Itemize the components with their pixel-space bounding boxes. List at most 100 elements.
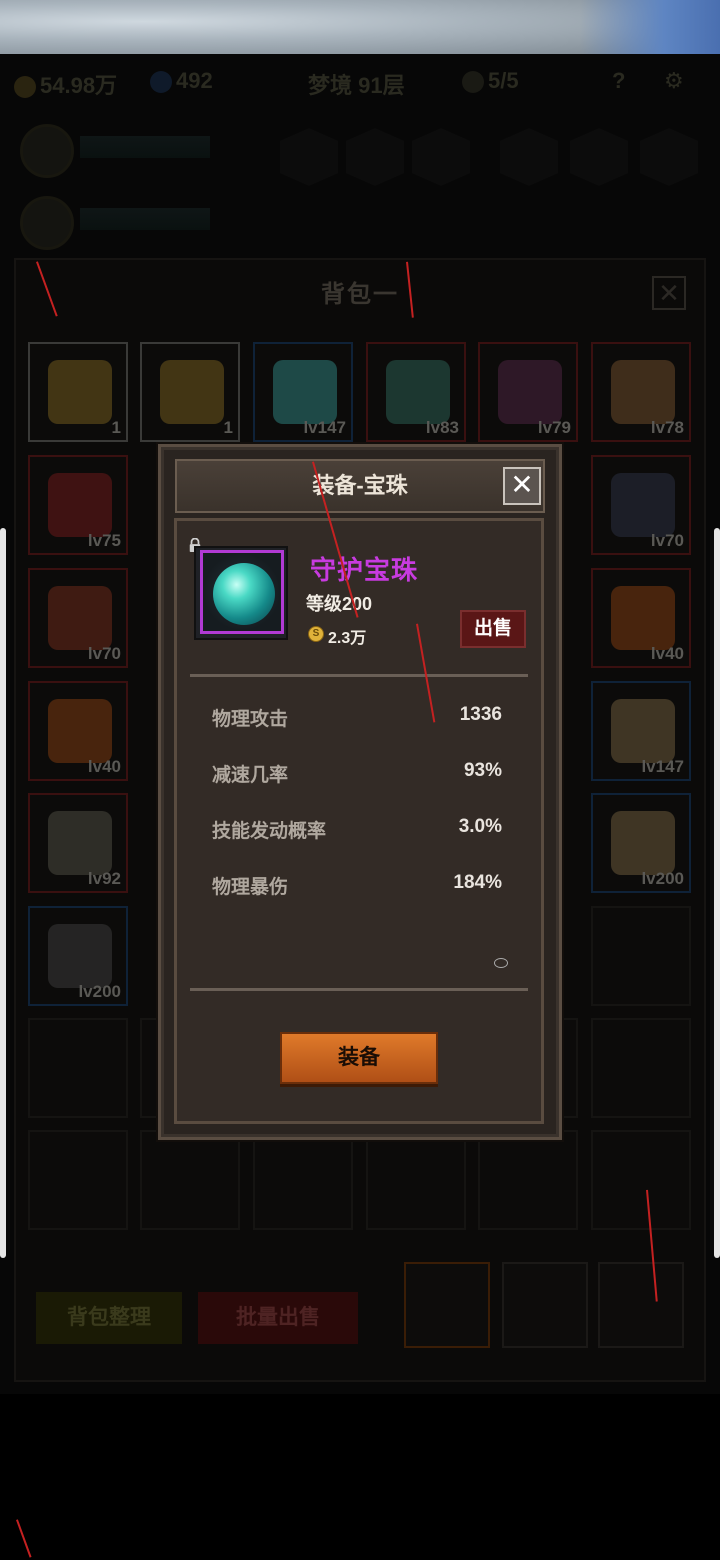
bag-item-slot[interactable]: lv75 — [28, 455, 128, 555]
item-level-label: lv75 — [87, 531, 121, 550]
right-scroll-edge — [714, 528, 720, 1258]
help-button[interactable]: ? — [612, 68, 625, 94]
item-art-icon — [611, 360, 675, 424]
bag-item-slot[interactable]: lv200 — [591, 793, 691, 893]
empty-bag-slot[interactable] — [591, 906, 691, 1006]
item-level-label: lv70 — [87, 644, 121, 663]
key-counter: 5/5 — [462, 68, 519, 94]
batch-sell-button[interactable]: 批量出售 — [198, 1292, 358, 1344]
item-level-label: lv40 — [650, 644, 684, 663]
item-art-icon — [498, 360, 562, 424]
bag-item-slot[interactable]: lv78 — [591, 342, 691, 442]
item-level-label: lv92 — [87, 869, 121, 888]
equip-slot-boots[interactable] — [500, 128, 558, 186]
item-level-label: lv147 — [303, 418, 346, 437]
hero-avatar[interactable] — [20, 196, 74, 250]
equip-button[interactable]: 装备 — [280, 1032, 438, 1084]
stat-value: 184% — [453, 872, 502, 893]
hero-hp-bar — [80, 136, 210, 158]
empty-bag-slot[interactable] — [28, 1018, 128, 1118]
stat-value: 93% — [463, 760, 502, 781]
skull-key-icon — [462, 71, 484, 94]
bag-item-slot[interactable]: 1 — [28, 342, 128, 442]
equip-slot-helmet[interactable] — [280, 128, 338, 186]
empty-bag-slot[interactable] — [478, 1130, 578, 1230]
item-level-label: lv83 — [425, 418, 459, 437]
bag-item-slot[interactable]: 1 — [140, 342, 240, 442]
empty-bag-slot[interactable] — [140, 1130, 240, 1230]
item-icon-frame — [194, 546, 288, 640]
orb-item-icon — [213, 563, 275, 625]
item-level-label: lv70 — [650, 531, 684, 550]
stat-name: 技能发动概率 — [212, 821, 327, 842]
equip-slot-armor[interactable] — [412, 128, 470, 186]
bag-item-slot[interactable]: lv83 — [366, 342, 466, 442]
empty-bag-slot[interactable] — [591, 1130, 691, 1230]
bag-item-slot[interactable]: lv79 — [478, 342, 578, 442]
bag-item-slot[interactable]: lv70 — [28, 568, 128, 668]
item-art-icon — [48, 924, 112, 988]
gold-counter: 54.98万 — [14, 68, 117, 100]
item-art-icon — [48, 699, 112, 763]
item-art-icon — [48, 360, 112, 424]
scratch-line — [16, 1519, 32, 1558]
empty-bag-slot[interactable] — [28, 1130, 128, 1230]
empty-bag-slot[interactable] — [366, 1130, 466, 1230]
item-art-icon — [386, 360, 450, 424]
bag-item-slot[interactable]: lv147 — [591, 681, 691, 781]
item-name: 守护宝珠 — [310, 555, 419, 585]
equip-slot-ring[interactable] — [570, 128, 628, 186]
coin-icon: S — [308, 626, 324, 642]
settings-gear-icon[interactable]: ⚙ — [664, 68, 684, 94]
item-quality-border — [200, 550, 284, 634]
item-art-icon — [48, 473, 112, 537]
item-level: 等级200 — [306, 594, 373, 614]
gem-counter: 492 — [150, 68, 213, 94]
stat-row: 技能发动概率 3.0% — [212, 816, 502, 846]
item-level-label: lv78 — [650, 418, 684, 437]
item-sell-button[interactable]: 出售 — [460, 610, 526, 648]
equip-slot-orb[interactable] — [640, 128, 698, 186]
bag-item-slot[interactable]: lv40 — [591, 568, 691, 668]
bag-item-slot[interactable]: lv200 — [28, 906, 128, 1006]
gold-coin-icon — [14, 76, 36, 99]
bag-sort-button[interactable]: 背包整理 — [36, 1292, 182, 1344]
bag-item-slot[interactable]: lv92 — [28, 793, 128, 893]
item-art-icon — [611, 586, 675, 650]
bag-close-button[interactable]: ✕ — [652, 276, 686, 310]
stat-value: 1336 — [459, 704, 502, 725]
stat-row: 物理攻击 1336 — [212, 704, 502, 734]
dialog-close-button[interactable]: ✕ — [503, 467, 541, 505]
hero-row-2 — [0, 190, 720, 260]
item-level-label: lv200 — [641, 869, 684, 888]
item-level-label: lv200 — [78, 982, 121, 1001]
bag-item-slot[interactable]: lv40 — [28, 681, 128, 781]
item-level-label: lv40 — [87, 757, 121, 776]
hero-avatar[interactable] — [20, 124, 74, 178]
equip-slot-weapon[interactable] — [346, 128, 404, 186]
hero-row-1 — [0, 118, 720, 188]
item-art-icon — [611, 473, 675, 537]
stat-name: 物理暴伤 — [212, 877, 289, 898]
bag-item-slot[interactable]: lv147 — [253, 342, 353, 442]
bag-tab-1[interactable] — [404, 1262, 490, 1348]
empty-bag-slot[interactable] — [253, 1130, 353, 1230]
item-art-icon — [48, 811, 112, 875]
left-scroll-edge — [0, 528, 6, 1258]
bag-tab-2[interactable] — [502, 1262, 588, 1348]
bag-item-slot[interactable]: lv70 — [591, 455, 691, 555]
item-level-label: lv79 — [537, 418, 571, 437]
item-art-icon — [611, 699, 675, 763]
item-art-icon — [273, 360, 337, 424]
gem-icon — [150, 71, 172, 94]
empty-bag-slot[interactable] — [591, 1018, 691, 1118]
stat-name: 减速几率 — [212, 765, 289, 786]
resource-bar: 54.98万 492 梦境 91层 5/5 ? ⚙ — [0, 62, 720, 102]
item-sell-price: 2.3万 — [328, 630, 367, 647]
item-level-label: 1 — [111, 418, 121, 437]
top-divider — [190, 674, 528, 677]
stat-value: 3.0% — [458, 816, 502, 837]
bag-tab-3[interactable] — [598, 1262, 684, 1348]
item-level-label: 1 — [223, 418, 233, 437]
stat-row: 减速几率 93% — [212, 760, 502, 790]
